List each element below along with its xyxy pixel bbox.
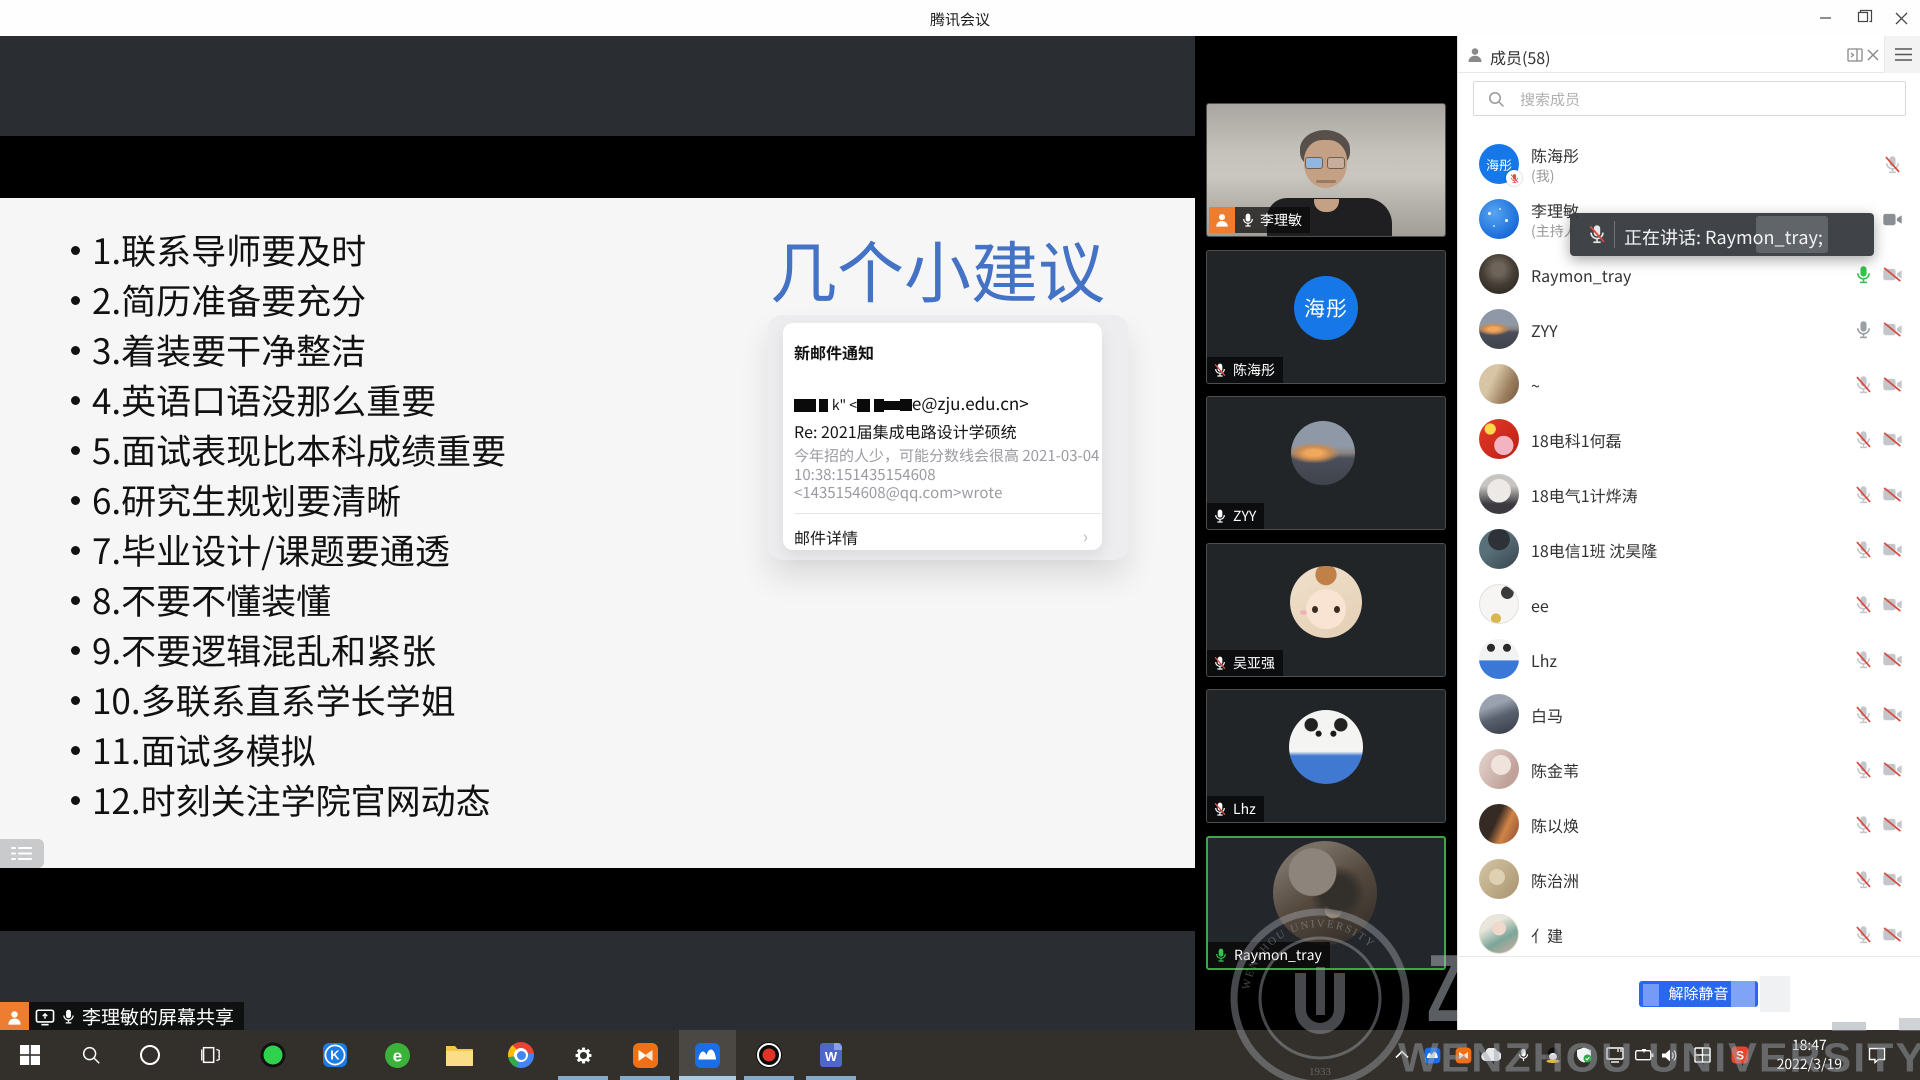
svg-text:W: W [825, 1049, 838, 1064]
svg-text:e: e [392, 1046, 401, 1065]
svg-text:K: K [330, 1048, 340, 1063]
svg-text:S: S [1736, 1049, 1744, 1063]
